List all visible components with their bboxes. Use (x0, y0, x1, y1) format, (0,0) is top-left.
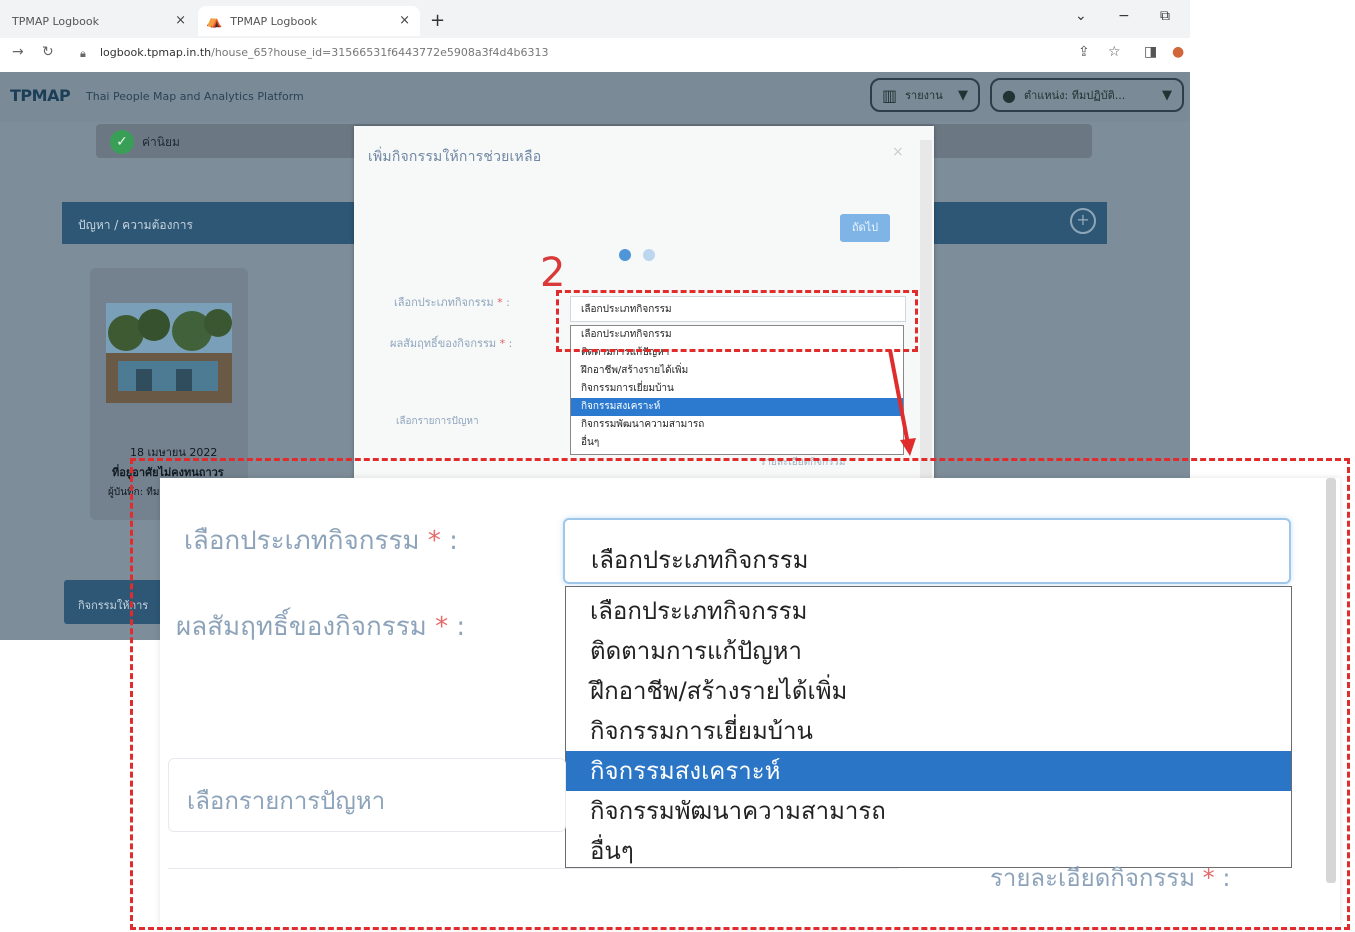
lock-icon: 🔒︎ (80, 47, 86, 60)
forward-icon[interactable]: → (12, 44, 24, 60)
minimize-icon[interactable]: − (1118, 8, 1130, 24)
share-icon[interactable]: ⇪ (1078, 44, 1090, 60)
report-menu-label: รายงาน (905, 89, 943, 102)
activity-result-label: ผลสัมฤทธิ์ของกิจกรรม * : (390, 337, 513, 350)
reload-icon[interactable]: ↻ (42, 44, 54, 60)
house-photo (106, 303, 232, 403)
tpmap-favicon-icon: ⛺ (206, 13, 223, 29)
report-menu-button[interactable]: ▥ รายงาน ▼ (870, 78, 980, 112)
url-path: /house_65?house_id=31566531f6443772e5908… (211, 46, 549, 59)
profile-icon[interactable]: ● (1172, 44, 1184, 60)
dropdown-option[interactable]: ฝึกอาชีพ/สร้างรายได้เพิ่ม (571, 362, 903, 380)
restore-icon[interactable]: ⧉ (1160, 8, 1170, 24)
arrow-icon (888, 349, 916, 456)
tab-title: TPMAP Logbook (230, 14, 318, 28)
report-icon: ▥ (882, 85, 898, 105)
dropdown-option[interactable]: กิจกรรมการเยี่ยมบ้าน (571, 380, 903, 398)
sidebar-icon[interactable]: ◨ (1144, 44, 1157, 60)
check-icon: ✓ (110, 130, 134, 154)
user-menu-label: ตำแหน่ง: ทีมปฏิบัติ... (1023, 89, 1126, 102)
url-host: logbook.tpmap.in.th (100, 46, 212, 59)
problem-select-label: เลือกรายการปัญหา (396, 416, 479, 427)
browser-tab-2[interactable]: ⛺ TPMAP Logbook × (198, 6, 420, 36)
dropdown-option[interactable]: อื่นๆ (571, 434, 903, 452)
browser-tab-1[interactable]: TPMAP Logbook × (4, 6, 196, 36)
star-icon[interactable]: ☆ (1108, 44, 1121, 60)
problem-section-title: ปัญหา / ความต้องการ (78, 218, 193, 232)
modal-scrollbar[interactable] (920, 140, 932, 480)
dropdown-option-selected[interactable]: กิจกรรมสงเคราะห์ (571, 398, 903, 416)
dropdown-option[interactable]: กิจกรรมพัฒนาความสามารถ (571, 416, 903, 434)
new-tab-button[interactable]: + (430, 10, 445, 31)
modal-close-icon[interactable]: × (892, 144, 904, 160)
status-label: ค่านิยม (142, 135, 180, 149)
caret-down-icon: ▼ (1162, 87, 1172, 103)
tab-list-chevron-icon[interactable]: ⌄ (1075, 8, 1087, 24)
brand-tagline: Thai People Map and Analytics Platform (86, 90, 304, 103)
brand-logo[interactable]: TPMAP (10, 86, 71, 105)
highlight-box (556, 290, 918, 352)
step-indicator-active (619, 249, 631, 261)
zoom-highlight-box (130, 458, 1350, 930)
step-indicator (643, 249, 655, 261)
next-button[interactable]: ถัดไป (840, 214, 890, 242)
modal-title: เพิ่มกิจกรรมให้การช่วยเหลือ (368, 149, 542, 165)
tab-title: TPMAP Logbook (12, 14, 99, 28)
caret-down-icon: ▼ (958, 87, 968, 103)
tab-close-icon[interactable]: × (399, 13, 410, 28)
tab-close-icon[interactable]: × (175, 13, 186, 28)
activity-type-label: เลือกประเภทกิจกรรม * : (394, 296, 510, 309)
url-field[interactable]: logbook.tpmap.in.th/house_65?house_id=31… (100, 46, 548, 59)
add-problem-icon[interactable]: + (1070, 208, 1096, 234)
user-menu-button[interactable]: ● ตำแหน่ง: ทีมปฏิบัติ... ▼ (990, 78, 1184, 112)
user-icon: ● (1002, 85, 1016, 105)
